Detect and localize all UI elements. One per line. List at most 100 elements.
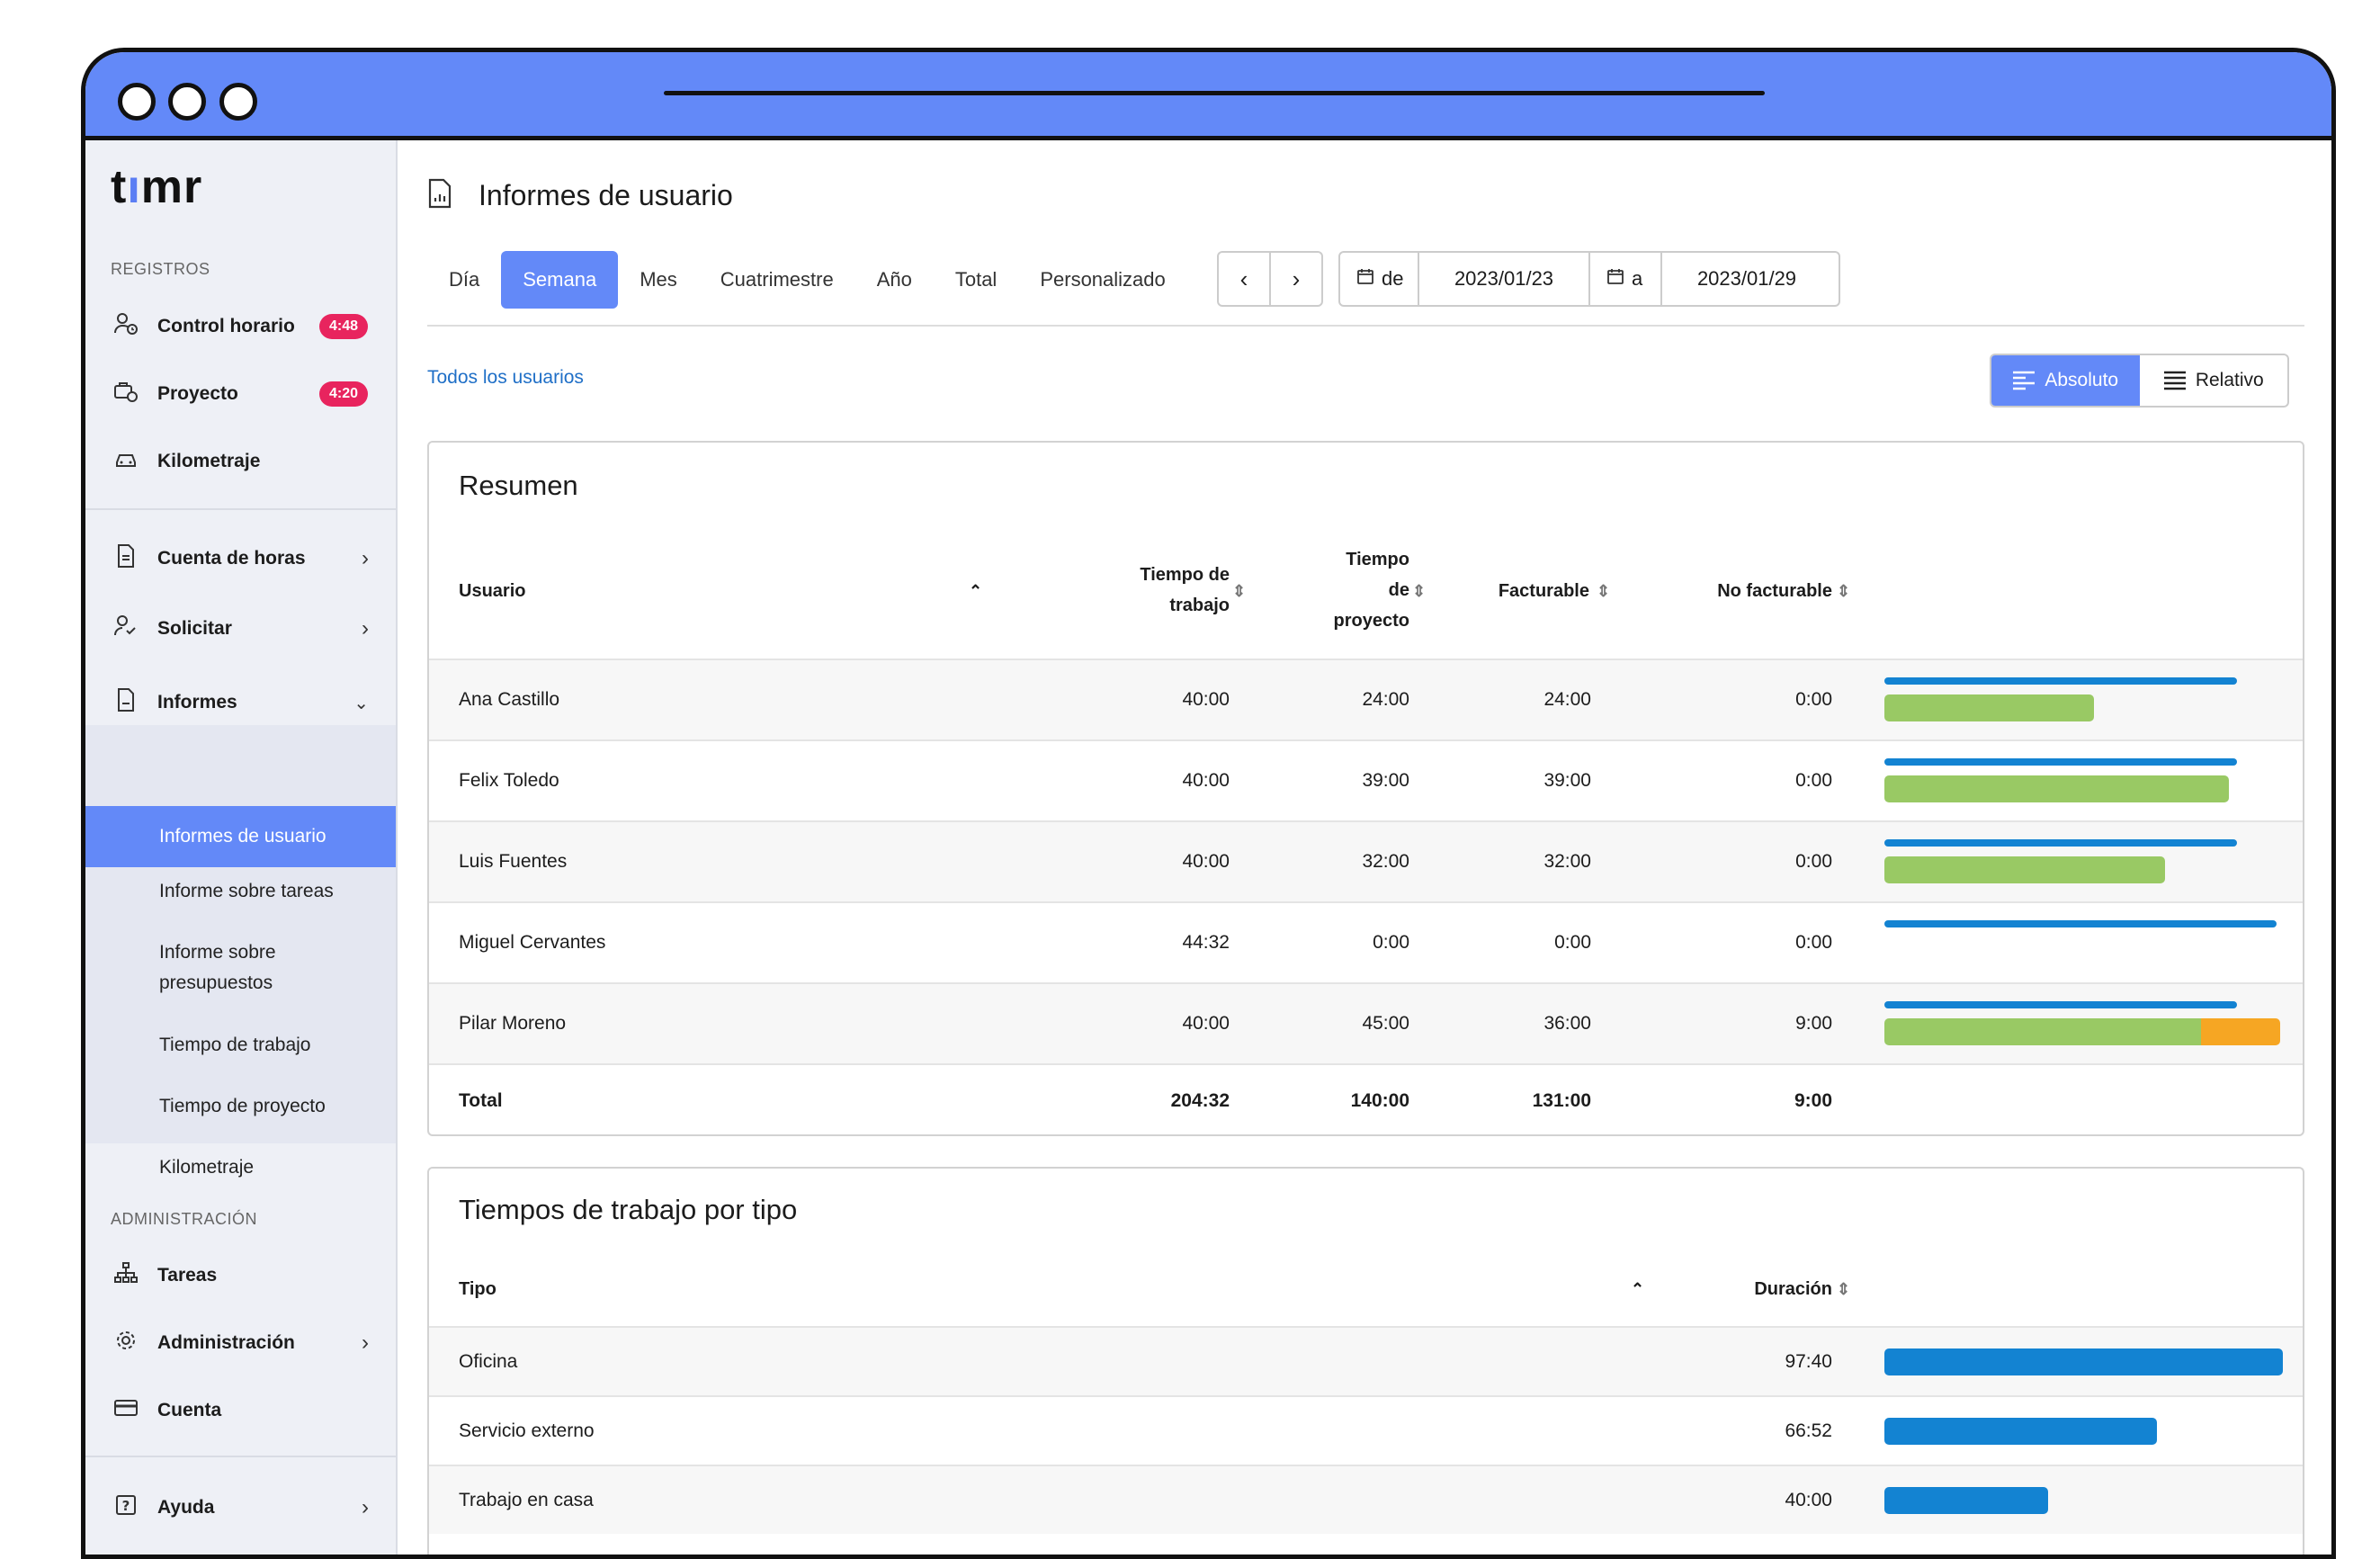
relative-toggle-button[interactable]: Relativo xyxy=(2140,355,2288,406)
window-minimize-dot[interactable] xyxy=(168,83,206,121)
sidebar-divider xyxy=(85,508,396,510)
address-bar[interactable] xyxy=(664,91,1765,95)
period-tabs: Día Semana Mes Cuatrimestre Año Total Pe… xyxy=(427,251,1187,309)
column-header-no-facturable[interactable]: No facturable xyxy=(1616,576,1832,606)
header-label: Tiempo de xyxy=(1140,565,1230,585)
browser-window: tımr REGISTROS Control horario 4:48 Proy… xyxy=(81,48,2336,1559)
duration-bar xyxy=(1884,1348,2283,1375)
submenu-item-kilometraje[interactable]: Kilometraje xyxy=(85,1152,396,1183)
table-row[interactable]: Trabajo en casa 40:00 xyxy=(429,1465,2303,1534)
header-label: de xyxy=(1388,580,1409,600)
sidebar-item-label: Cuenta de horas xyxy=(157,548,306,569)
chevron-right-icon: › xyxy=(362,1331,369,1355)
sidebar-item-informes[interactable]: Informes ⌄ xyxy=(85,676,396,730)
calendar-icon[interactable] xyxy=(1599,267,1632,291)
sidebar-item-cuenta[interactable]: Cuenta xyxy=(85,1384,396,1438)
sidebar-item-label: Tareas xyxy=(157,1265,218,1286)
table-row[interactable]: Miguel Cervantes 44:32 0:00 0:00 0:00 xyxy=(429,901,2303,982)
absolute-toggle-button[interactable]: Absoluto xyxy=(1991,355,2140,406)
sidebar-item-control-horario[interactable]: Control horario 4:48 xyxy=(85,300,396,354)
table-row[interactable]: Pilar Moreno 40:00 45:00 36:00 9:00 xyxy=(429,982,2303,1063)
table-row[interactable]: Luis Fuentes 40:00 32:00 32:00 0:00 xyxy=(429,820,2303,901)
logo-rest: mr xyxy=(140,161,203,213)
cell-tiempo-trabajo: 40:00 xyxy=(1182,851,1230,872)
date-range-picker: de 2023/01/23 a 2023/01/29 xyxy=(1338,251,1840,307)
cell-tiempo-proyecto: 45:00 xyxy=(1362,1013,1409,1034)
column-header-facturable[interactable]: Facturable xyxy=(1427,576,1589,606)
sidebar-item-ayuda[interactable]: ? Ayuda › xyxy=(85,1481,396,1535)
timr-logo[interactable]: tımr xyxy=(111,160,202,214)
sort-ascending-icon[interactable]: ⌃ xyxy=(1631,1274,1644,1304)
table-row[interactable]: Felix Toledo 40:00 39:00 39:00 0:00 xyxy=(429,739,2303,820)
sidebar-item-kilometraje[interactable]: Kilometraje xyxy=(85,435,396,488)
tab-total[interactable]: Total xyxy=(934,251,1018,309)
cell-tiempo-proyecto: 0:00 xyxy=(1373,932,1409,953)
cell-usuario: Pilar Moreno xyxy=(459,1013,567,1034)
tipos-title: Tiempos de trabajo por tipo xyxy=(459,1194,798,1225)
report-document-icon xyxy=(427,178,452,216)
working-time-bar xyxy=(1884,839,2237,847)
sort-ascending-icon[interactable]: ⌃ xyxy=(969,576,982,606)
table-row[interactable]: Ana Castillo 40:00 24:00 24:00 0:00 xyxy=(429,659,2303,739)
tab-dia[interactable]: Día xyxy=(427,251,501,309)
cell-facturable: 0:00 xyxy=(1554,932,1591,953)
logo-t: t xyxy=(111,161,128,213)
date-to-input[interactable]: 2023/01/29 xyxy=(1660,253,1831,305)
tab-ano[interactable]: Año xyxy=(855,251,934,309)
sort-icon[interactable]: ⇕ xyxy=(1232,576,1246,606)
table-row[interactable]: Oficina 97:40 xyxy=(429,1326,2303,1395)
cell-usuario: Luis Fuentes xyxy=(459,851,568,872)
column-header-usuario[interactable]: Usuario xyxy=(459,576,525,606)
duration-bar xyxy=(1884,1487,2048,1514)
column-header-duracion[interactable]: Duración xyxy=(1652,1274,1832,1304)
total-no-facturable: 9:00 xyxy=(1794,1090,1832,1111)
window-maximize-dot[interactable] xyxy=(219,83,257,121)
sidebar-item-proyecto[interactable]: Proyecto 4:20 xyxy=(85,367,396,421)
sort-icon[interactable]: ⇕ xyxy=(1412,576,1426,606)
window-close-dot[interactable] xyxy=(118,83,156,121)
tab-cuatrimestre[interactable]: Cuatrimestre xyxy=(699,251,855,309)
cell-tiempo-proyecto: 32:00 xyxy=(1362,851,1409,872)
tab-personalizado[interactable]: Personalizado xyxy=(1018,251,1186,309)
working-time-bar xyxy=(1884,758,2237,766)
summary-total-row: Total 204:32 140:00 131:00 9:00 xyxy=(429,1063,2303,1134)
user-clock-icon xyxy=(112,311,139,343)
sidebar-item-tareas[interactable]: Tareas xyxy=(85,1249,396,1303)
cell-no-facturable: 0:00 xyxy=(1795,770,1832,791)
date-to-label: a xyxy=(1632,267,1643,290)
help-icon: ? xyxy=(112,1493,139,1523)
column-header-tiempo-de-proyecto[interactable]: Tiempo de proyecto xyxy=(1270,544,1409,636)
previous-period-button[interactable]: ‹ xyxy=(1219,253,1271,305)
tab-mes[interactable]: Mes xyxy=(618,251,699,309)
toolbar-divider xyxy=(427,325,2304,327)
registros-section-title: REGISTROS xyxy=(111,260,210,278)
chevron-right-icon: › xyxy=(362,546,369,570)
tab-semana[interactable]: Semana xyxy=(501,251,619,309)
sort-icon[interactable]: ⇕ xyxy=(1597,576,1610,606)
cell-duracion: 97:40 xyxy=(1785,1351,1832,1372)
submenu-item-tiempo-de-proyecto[interactable]: Tiempo de proyecto xyxy=(85,1091,396,1122)
table-row[interactable]: Servicio externo 66:52 xyxy=(429,1395,2303,1465)
submenu-item-informe-sobre-presupuestos[interactable]: Informe sobre presupuestos xyxy=(85,937,355,999)
date-from-input[interactable]: 2023/01/23 xyxy=(1418,253,1590,305)
sidebar-item-label: Proyecto xyxy=(157,383,238,404)
sidebar-item-solicitar[interactable]: Solicitar › xyxy=(85,602,396,656)
submenu-item-informe-sobre-tareas[interactable]: Informe sobre tareas xyxy=(85,876,396,907)
sidebar-item-label: Informes xyxy=(157,692,237,712)
header-label: Tipo xyxy=(459,1279,497,1299)
submenu-item-tiempo-de-trabajo[interactable]: Tiempo de trabajo xyxy=(85,1030,396,1061)
column-header-tiempo-de-trabajo[interactable]: Tiempo de trabajo xyxy=(1059,560,1230,621)
summary-card: Resumen Usuario ⌃ Tiempo de trabajo ⇕ Ti… xyxy=(427,441,2304,1136)
sort-icon[interactable]: ⇕ xyxy=(1837,1274,1850,1304)
credit-card-icon xyxy=(112,1397,139,1425)
all-users-link[interactable]: Todos los usuarios xyxy=(427,367,584,389)
next-period-button[interactable]: › xyxy=(1271,253,1321,305)
running-timer-badge: 4:20 xyxy=(319,381,369,407)
submenu-item-informes-de-usuario[interactable]: Informes de usuario xyxy=(85,806,396,867)
sidebar-item-cuenta-de-horas[interactable]: Cuenta de horas › xyxy=(85,532,396,586)
sidebar-item-label: Kilometraje xyxy=(157,451,261,471)
calendar-icon[interactable] xyxy=(1349,267,1382,291)
sidebar-item-administracion[interactable]: Administración › xyxy=(85,1316,396,1370)
sort-icon[interactable]: ⇕ xyxy=(1837,576,1850,606)
column-header-tipo[interactable]: Tipo xyxy=(459,1274,497,1304)
